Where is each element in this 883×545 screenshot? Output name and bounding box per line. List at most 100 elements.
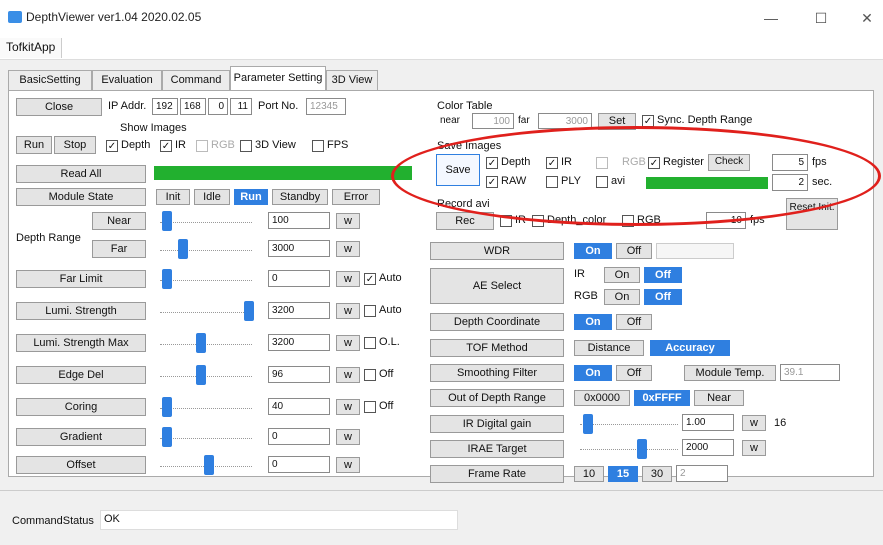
- far-limit-write-button[interactable]: w: [336, 271, 360, 287]
- coring-write-button[interactable]: w: [336, 399, 360, 415]
- edge-del-slider-thumb[interactable]: [196, 365, 206, 385]
- out-of-depth-range-button[interactable]: Out of Depth Range: [430, 389, 564, 407]
- smoothing-filter-button[interactable]: Smoothing Filter: [430, 364, 564, 382]
- frame-rate-10-button[interactable]: 10: [574, 466, 604, 482]
- oor-0xffff-button[interactable]: 0xFFFF: [634, 390, 690, 406]
- gradient-write-button[interactable]: w: [336, 429, 360, 445]
- irae-slider-thumb[interactable]: [637, 439, 647, 459]
- far-limit-slider-thumb[interactable]: [162, 269, 172, 289]
- wdr-off-button[interactable]: Off: [616, 243, 652, 259]
- offset-button[interactable]: Offset: [16, 456, 146, 474]
- menu-item-tofkitapp[interactable]: TofkitApp: [0, 38, 63, 58]
- near-button[interactable]: Near: [92, 212, 146, 230]
- oor-near-button[interactable]: Near: [694, 390, 744, 406]
- ip-octet-3[interactable]: 0: [208, 98, 228, 115]
- state-run-button[interactable]: Run: [234, 189, 268, 205]
- show-fps-checkbox[interactable]: [312, 140, 324, 152]
- coring-slider-thumb[interactable]: [162, 397, 172, 417]
- smoothing-on-button[interactable]: On: [574, 365, 612, 381]
- near-slider-thumb[interactable]: [162, 211, 172, 231]
- coring-input[interactable]: 40: [268, 398, 330, 415]
- smoothing-off-button[interactable]: Off: [616, 365, 652, 381]
- lumi-strength-max-checkbox[interactable]: [364, 337, 376, 349]
- gradient-button[interactable]: Gradient: [16, 428, 146, 446]
- edge-del-button[interactable]: Edge Del: [16, 366, 146, 384]
- far-limit-button[interactable]: Far Limit: [16, 270, 146, 288]
- tab-command[interactable]: Command: [162, 70, 230, 90]
- minimize-button[interactable]: —: [756, 8, 786, 28]
- ae-ir-off-button[interactable]: Off: [644, 267, 682, 283]
- depth-coord-off-button[interactable]: Off: [616, 314, 652, 330]
- state-init-button[interactable]: Init: [156, 189, 190, 205]
- tof-accuracy-button[interactable]: Accuracy: [650, 340, 730, 356]
- color-near-input[interactable]: 100: [472, 113, 514, 129]
- far-button[interactable]: Far: [92, 240, 146, 258]
- lumi-strength-write-button[interactable]: w: [336, 303, 360, 319]
- far-limit-checkbox[interactable]: ✓: [364, 273, 376, 285]
- port-input[interactable]: 12345: [306, 98, 346, 115]
- show-depth-checkbox[interactable]: ✓: [106, 140, 118, 152]
- wdr-on-button[interactable]: On: [574, 243, 612, 259]
- gradient-slider-thumb[interactable]: [162, 427, 172, 447]
- far-slider-thumb[interactable]: [178, 239, 188, 259]
- lumi-strength-max-slider-thumb[interactable]: [196, 333, 206, 353]
- stop-button[interactable]: Stop: [54, 136, 96, 154]
- ir-gain-slider-thumb[interactable]: [583, 414, 593, 434]
- gradient-input[interactable]: 0: [268, 428, 330, 445]
- frame-rate-15-button[interactable]: 15: [608, 466, 638, 482]
- edge-del-write-button[interactable]: w: [336, 367, 360, 383]
- offset-write-button[interactable]: w: [336, 457, 360, 473]
- state-idle-button[interactable]: Idle: [194, 189, 230, 205]
- show-rgb-checkbox[interactable]: [196, 140, 208, 152]
- lumi-strength-checkbox[interactable]: [364, 305, 376, 317]
- near-input[interactable]: 100: [268, 212, 330, 229]
- far-write-button[interactable]: w: [336, 241, 360, 257]
- ip-octet-4[interactable]: 11: [230, 98, 252, 115]
- ir-gain-input[interactable]: 1.00: [682, 414, 734, 431]
- depth-coordinate-button[interactable]: Depth Coordinate: [430, 313, 564, 331]
- irae-write-button[interactable]: w: [742, 440, 766, 456]
- state-error-button[interactable]: Error: [332, 189, 380, 205]
- tof-method-button[interactable]: TOF Method: [430, 339, 564, 357]
- tab-basic-setting[interactable]: BasicSetting: [8, 70, 92, 90]
- ae-select-button[interactable]: AE Select: [430, 268, 564, 304]
- edge-del-checkbox[interactable]: [364, 369, 376, 381]
- ae-rgb-on-button[interactable]: On: [604, 289, 640, 305]
- far-limit-input[interactable]: 0: [268, 270, 330, 287]
- show-ir-checkbox[interactable]: ✓: [160, 140, 172, 152]
- show-3dview-checkbox[interactable]: [240, 140, 252, 152]
- close-window-button[interactable]: ✕: [852, 8, 882, 28]
- lumi-strength-slider-thumb[interactable]: [244, 301, 254, 321]
- read-all-button[interactable]: Read All: [16, 165, 146, 183]
- offset-input[interactable]: 0: [268, 456, 330, 473]
- state-standby-button[interactable]: Standby: [272, 189, 328, 205]
- tab-evaluation[interactable]: Evaluation: [92, 70, 162, 90]
- irae-target-button[interactable]: IRAE Target: [430, 440, 564, 458]
- frame-rate-button[interactable]: Frame Rate: [430, 465, 564, 483]
- ir-gain-write-button[interactable]: w: [742, 415, 766, 431]
- coring-button[interactable]: Coring: [16, 398, 146, 416]
- module-state-button[interactable]: Module State: [16, 188, 146, 206]
- frame-rate-30-button[interactable]: 30: [642, 466, 672, 482]
- lumi-strength-input[interactable]: 3200: [268, 302, 330, 319]
- ae-ir-on-button[interactable]: On: [604, 267, 640, 283]
- edge-del-input[interactable]: 96: [268, 366, 330, 383]
- oor-0x0000-button[interactable]: 0x0000: [574, 390, 630, 406]
- ip-octet-2[interactable]: 168: [180, 98, 206, 115]
- tof-distance-button[interactable]: Distance: [574, 340, 644, 356]
- ip-octet-1[interactable]: 192: [152, 98, 178, 115]
- close-button[interactable]: Close: [16, 98, 102, 116]
- depth-coord-on-button[interactable]: On: [574, 314, 612, 330]
- wdr-button[interactable]: WDR: [430, 242, 564, 260]
- lumi-strength-max-input[interactable]: 3200: [268, 334, 330, 351]
- run-button[interactable]: Run: [16, 136, 52, 154]
- tab-parameter-setting[interactable]: Parameter Setting: [230, 66, 326, 90]
- far-input[interactable]: 3000: [268, 240, 330, 257]
- module-temp-button[interactable]: Module Temp.: [684, 365, 776, 381]
- tab-3d-view[interactable]: 3D View: [326, 70, 378, 90]
- maximize-button[interactable]: ☐: [806, 8, 836, 28]
- lumi-strength-max-write-button[interactable]: w: [336, 335, 360, 351]
- lumi-strength-button[interactable]: Lumi. Strength: [16, 302, 146, 320]
- irae-input[interactable]: 2000: [682, 439, 734, 456]
- lumi-strength-max-button[interactable]: Lumi. Strength Max: [16, 334, 146, 352]
